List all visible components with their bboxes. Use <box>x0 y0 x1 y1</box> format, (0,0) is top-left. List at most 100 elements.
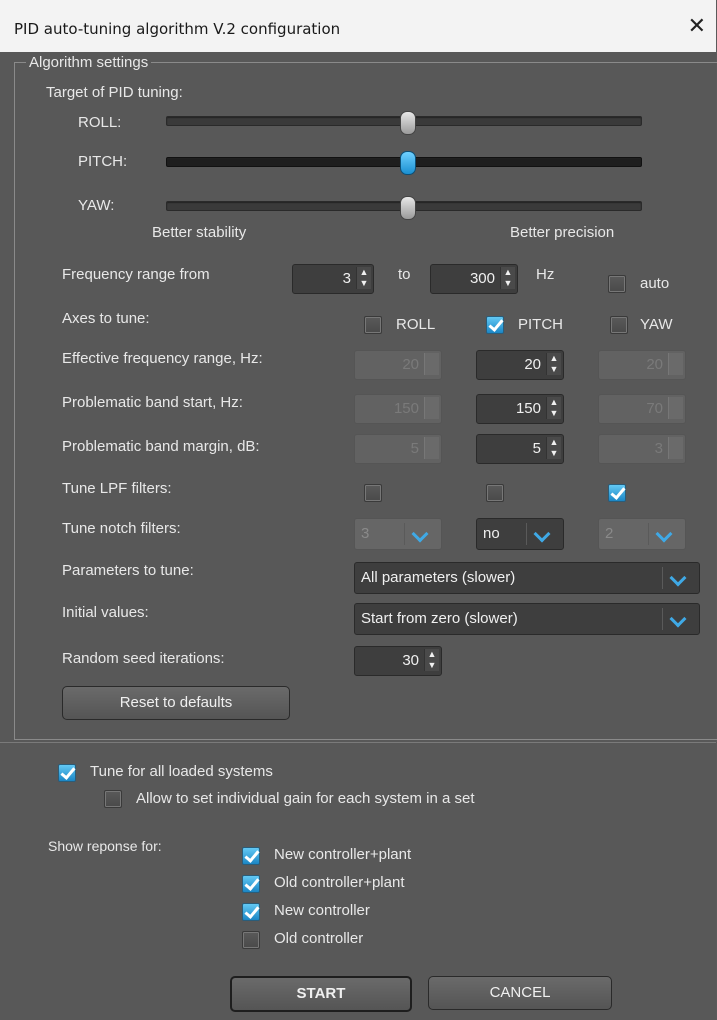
response-new-controller-label: New controller <box>274 902 370 919</box>
auto-checkbox[interactable] <box>608 275 626 293</box>
close-icon[interactable]: ✕ <box>688 14 706 39</box>
select-value: 3 <box>361 525 370 542</box>
response-old-controller-checkbox[interactable] <box>242 931 260 949</box>
spinner-arrows-icon[interactable]: ▲ ▼ <box>424 649 439 671</box>
title-bar: PID auto-tuning algorithm V.2 configurat… <box>0 0 716 52</box>
response-old-controller-label: Old controller <box>274 930 364 947</box>
yaw-slider-label: YAW: <box>78 197 115 214</box>
spinner-arrows-icon[interactable]: ▲ ▼ <box>546 397 561 419</box>
response-old-plant-checkbox[interactable] <box>242 875 260 893</box>
axis-pitch-checkbox[interactable] <box>486 316 504 334</box>
axes-to-tune-label: Axes to tune: <box>62 310 150 327</box>
target-label: Target of PID tuning: <box>46 84 183 101</box>
spinner-value: 70 <box>646 400 663 417</box>
axis-yaw-checkbox[interactable] <box>610 316 628 334</box>
spinner-value: 30 <box>402 652 419 669</box>
spinner-arrows-icon: ▲▼ <box>668 397 683 419</box>
spinner-arrows-icon: ▲▼ <box>424 353 439 375</box>
frequency-from-spinner[interactable]: 3 ▲ ▼ <box>292 264 374 294</box>
spinner-value: 20 <box>646 356 663 373</box>
spinner-arrows-icon[interactable]: ▲ ▼ <box>356 267 371 289</box>
spinner-arrows-icon[interactable]: ▲ ▼ <box>500 267 515 289</box>
tune-lpf-label: Tune LPF filters: <box>62 480 172 497</box>
pitch-slider-label: PITCH: <box>78 153 128 170</box>
random-seed-spinner[interactable]: 30 ▲ ▼ <box>354 646 442 676</box>
band-margin-label: Problematic band margin, dB: <box>62 438 260 455</box>
chevron-down-icon <box>648 523 681 545</box>
response-new-plant-checkbox[interactable] <box>242 847 260 865</box>
frequency-unit-label: Hz <box>536 266 555 283</box>
parameters-select[interactable]: All parameters (slower) <box>354 562 700 594</box>
lpf-pitch-checkbox[interactable] <box>486 484 504 502</box>
band-margin-roll-spinner: 5 ▲▼ <box>354 434 442 464</box>
roll-slider-label: ROLL: <box>78 114 122 131</box>
select-value: no <box>483 525 500 542</box>
initial-values-select[interactable]: Start from zero (slower) <box>354 603 700 635</box>
start-button[interactable]: START <box>230 976 412 1012</box>
spinner-arrows-icon: ▲▼ <box>668 353 683 375</box>
frequency-from-value: 3 <box>342 270 351 287</box>
axis-roll-checkbox[interactable] <box>364 316 382 334</box>
tune-notch-label: Tune notch filters: <box>62 520 181 537</box>
notch-yaw-select: 2 <box>598 518 686 550</box>
window-title: PID auto-tuning algorithm V.2 configurat… <box>14 20 341 38</box>
band-start-roll-spinner: 150 ▲▼ <box>354 394 442 424</box>
effective-frequency-roll-spinner: 20 ▲▼ <box>354 350 442 380</box>
spinner-arrows-icon[interactable]: ▲ ▼ <box>546 353 561 375</box>
random-seed-label: Random seed iterations: <box>62 650 225 667</box>
band-margin-yaw-spinner: 3 ▲▼ <box>598 434 686 464</box>
frequency-to-spinner[interactable]: 300 ▲ ▼ <box>430 264 518 294</box>
tune-all-label: Tune for all loaded systems <box>90 763 273 780</box>
dialog-window: PID auto-tuning algorithm V.2 configurat… <box>0 0 717 1020</box>
notch-pitch-select[interactable]: no <box>476 518 564 550</box>
spinner-arrows-icon: ▲▼ <box>668 437 683 459</box>
chevron-down-icon[interactable] <box>662 608 695 630</box>
response-new-plant-label: New controller+plant <box>274 846 412 863</box>
frequency-to-label: to <box>398 266 411 283</box>
band-start-yaw-spinner: 70 ▲▼ <box>598 394 686 424</box>
spinner-value: 20 <box>524 356 541 373</box>
individual-gain-checkbox[interactable] <box>104 790 122 808</box>
frequency-range-label: Frequency range from <box>62 266 210 283</box>
initial-values-label: Initial values: <box>62 604 149 621</box>
band-start-label: Problematic band start, Hz: <box>62 394 243 411</box>
auto-label: auto <box>640 275 670 292</box>
axis-roll-label: ROLL <box>396 316 436 333</box>
frequency-to-value: 300 <box>469 270 495 287</box>
chevron-down-icon[interactable] <box>662 567 695 589</box>
band-start-pitch-spinner[interactable]: 150 ▲ ▼ <box>476 394 564 424</box>
reset-defaults-button[interactable]: Reset to defaults <box>62 686 290 720</box>
spinner-arrows-icon: ▲▼ <box>424 437 439 459</box>
chevron-down-icon <box>404 523 437 545</box>
band-margin-pitch-spinner[interactable]: 5 ▲ ▼ <box>476 434 564 464</box>
tune-all-checkbox[interactable] <box>58 764 76 782</box>
select-value: Start from zero (slower) <box>361 610 518 627</box>
roll-slider-thumb[interactable] <box>400 111 416 135</box>
chevron-down-icon[interactable] <box>526 523 559 545</box>
spinner-value: 20 <box>402 356 419 373</box>
pitch-slider-thumb[interactable] <box>400 151 416 175</box>
cancel-button[interactable]: CANCEL <box>428 976 612 1010</box>
section-divider <box>0 742 716 743</box>
spinner-value: 5 <box>410 440 419 457</box>
spinner-arrows-icon[interactable]: ▲ ▼ <box>546 437 561 459</box>
better-stability-label: Better stability <box>152 224 247 241</box>
individual-gain-label: Allow to set individual gain for each sy… <box>136 790 475 807</box>
effective-frequency-yaw-spinner: 20 ▲▼ <box>598 350 686 380</box>
axis-yaw-label: YAW <box>640 316 673 333</box>
response-old-plant-label: Old controller+plant <box>274 874 405 891</box>
spinner-value: 3 <box>654 440 663 457</box>
yaw-slider-thumb[interactable] <box>400 196 416 220</box>
axis-pitch-label: PITCH <box>518 316 563 333</box>
response-new-controller-checkbox[interactable] <box>242 903 260 921</box>
select-value: All parameters (slower) <box>361 569 516 586</box>
effective-frequency-pitch-spinner[interactable]: 20 ▲ ▼ <box>476 350 564 380</box>
lpf-yaw-checkbox[interactable] <box>608 484 626 502</box>
spinner-value: 5 <box>532 440 541 457</box>
effective-frequency-label: Effective frequency range, Hz: <box>62 350 263 367</box>
notch-roll-select: 3 <box>354 518 442 550</box>
lpf-roll-checkbox[interactable] <box>364 484 382 502</box>
spinner-value: 150 <box>515 400 541 417</box>
select-value: 2 <box>605 525 614 542</box>
algorithm-settings-legend: Algorithm settings <box>26 54 152 71</box>
